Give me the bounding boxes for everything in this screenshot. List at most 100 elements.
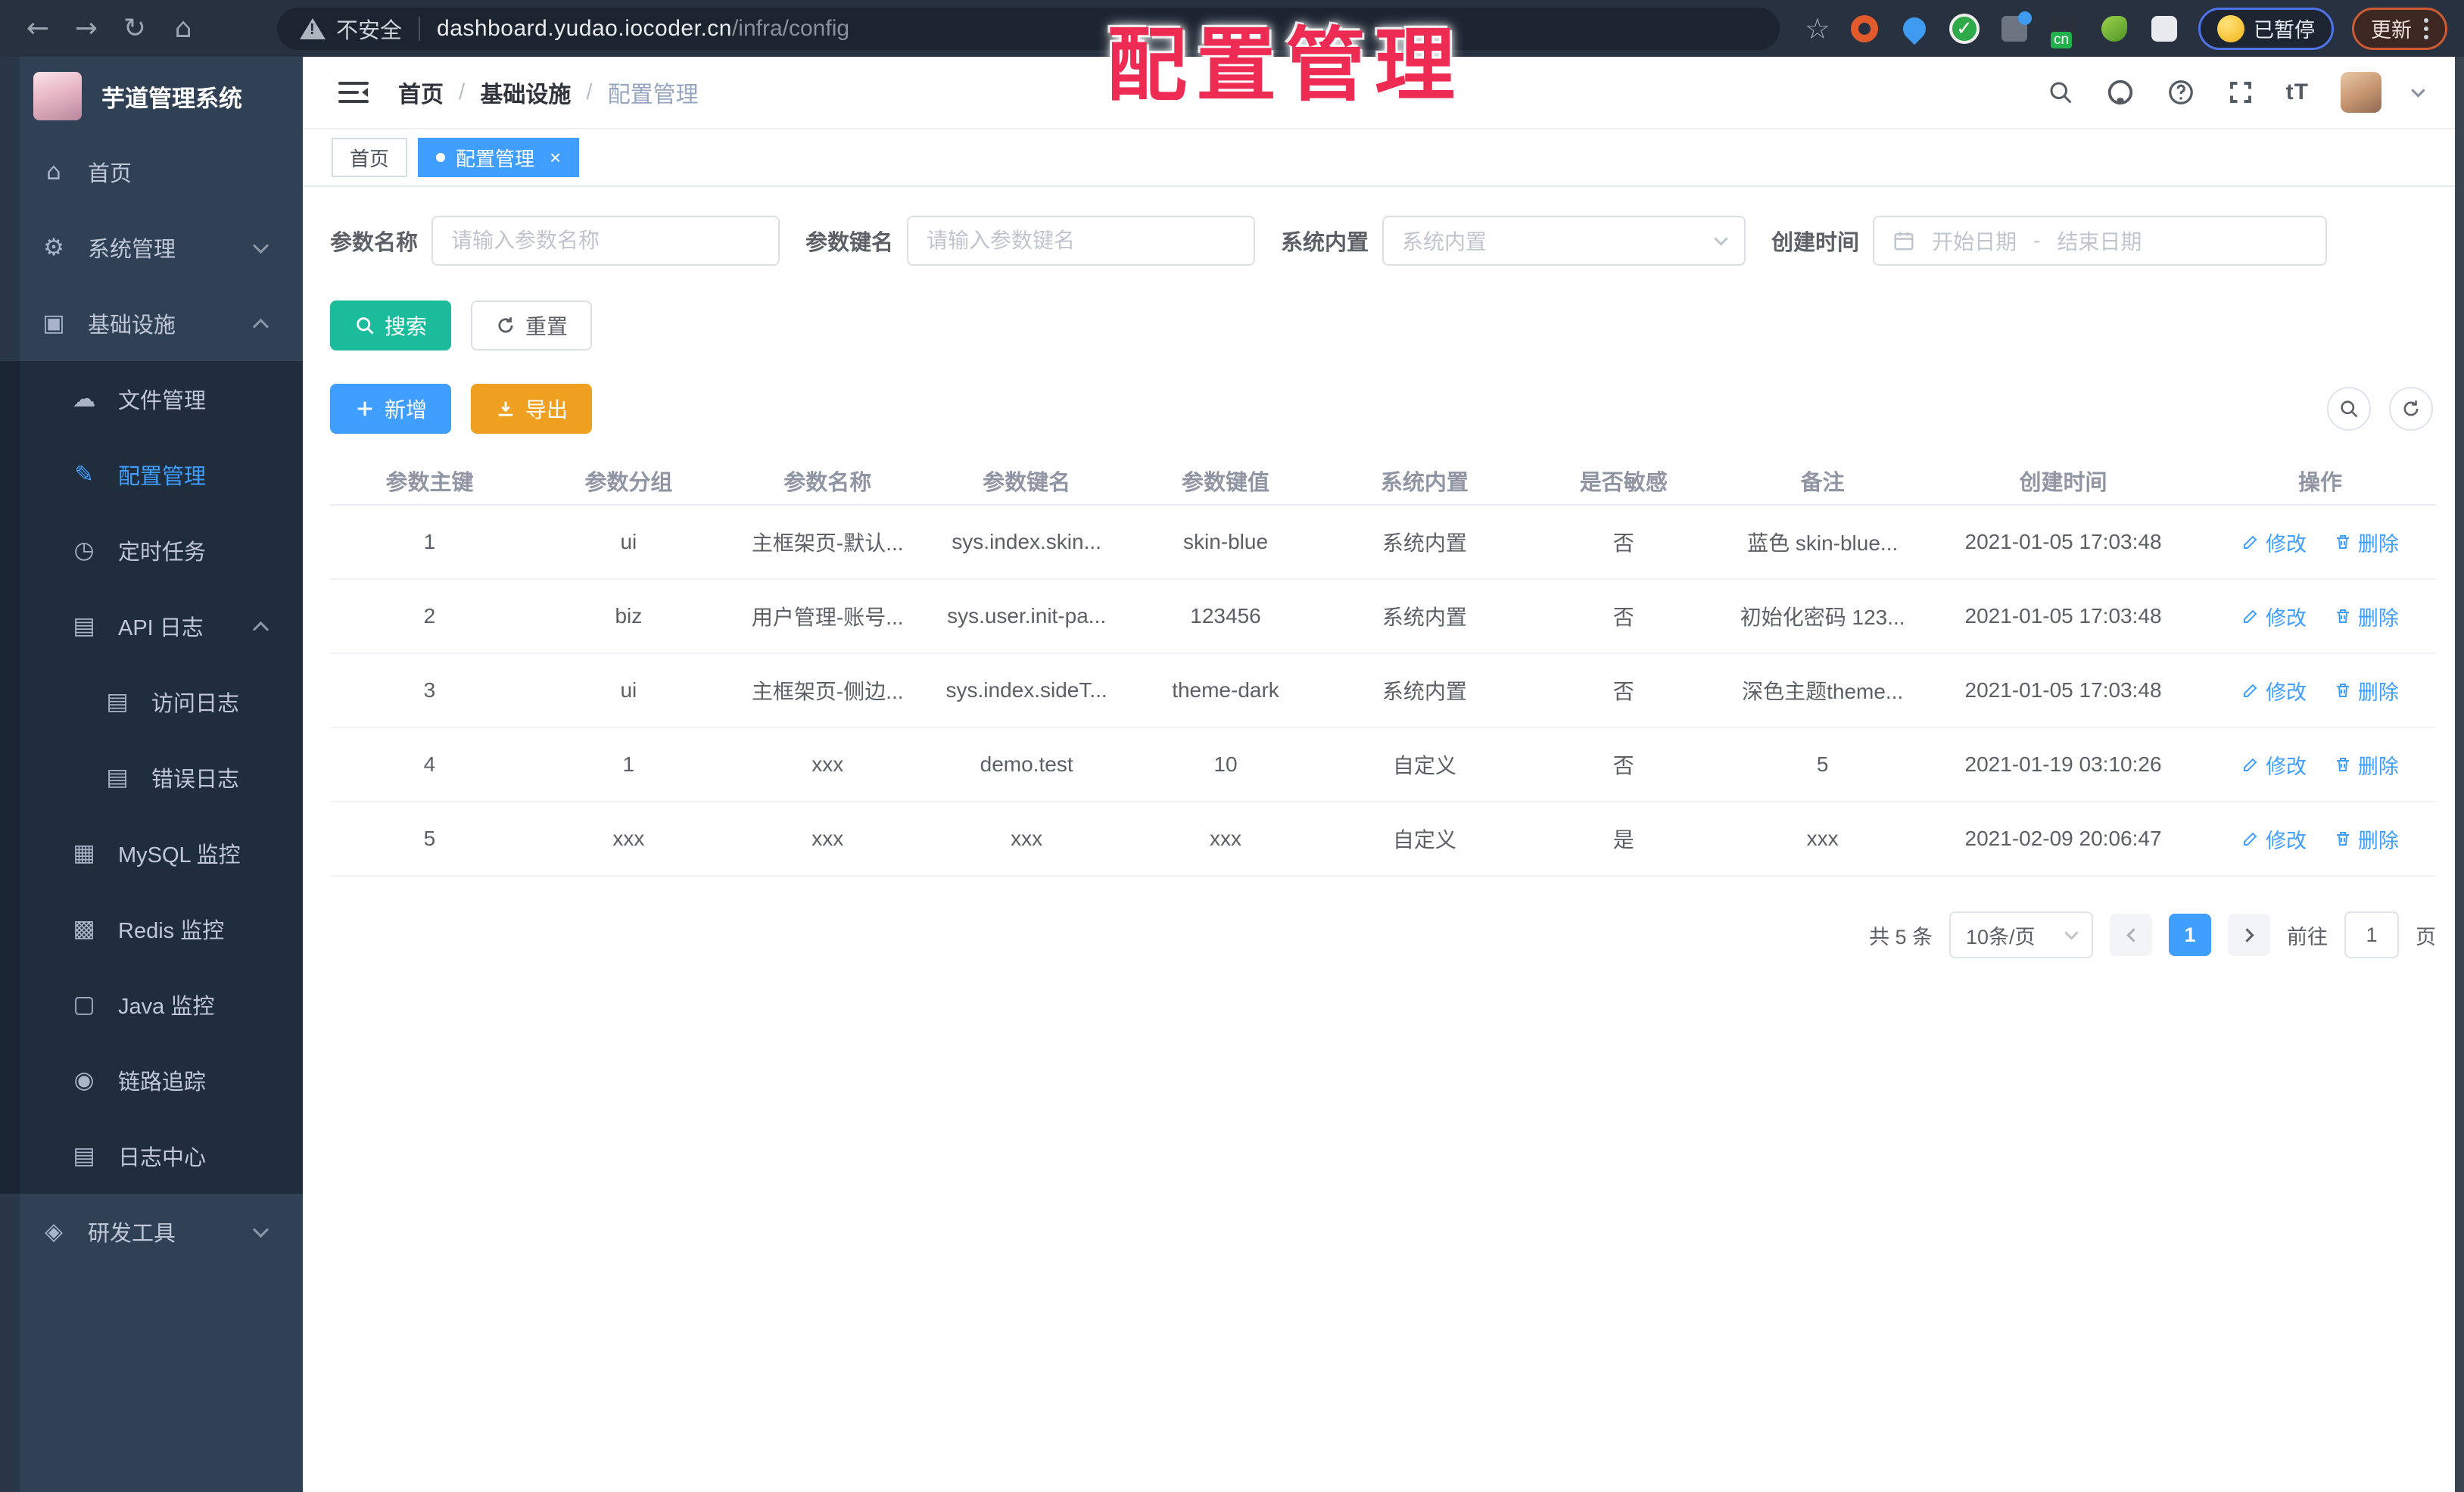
tab-config-management[interactable]: 配置管理 × bbox=[418, 138, 580, 177]
forward-icon[interactable]: → bbox=[65, 8, 107, 50]
security-label: 不安全 bbox=[336, 18, 403, 43]
cell-remark: 蓝色 skin-blue... bbox=[1723, 505, 1923, 580]
breadcrumb-home[interactable]: 首页 bbox=[398, 76, 444, 109]
log-icon: ▤ bbox=[73, 612, 95, 640]
date-range-picker[interactable]: 开始日期 - 结束日期 bbox=[1873, 216, 2328, 266]
sidebar-item-label: 访问日志 bbox=[151, 692, 240, 716]
sidebar-item-tracing[interactable]: ◉ 链路追踪 bbox=[0, 1042, 303, 1118]
sidebar-item-label: 系统管理 bbox=[88, 238, 176, 262]
delete-link[interactable]: 删除 bbox=[2334, 750, 2399, 780]
cell-name: 用户管理-账号... bbox=[727, 579, 927, 654]
paused-badge[interactable]: 已暂停 bbox=[2198, 7, 2334, 50]
sidebar-item-redis-monitor[interactable]: ▩ Redis 监控 bbox=[0, 891, 303, 967]
cell-key: sys.index.sideT... bbox=[927, 653, 1126, 728]
toggle-search-button[interactable] bbox=[2327, 387, 2371, 431]
extension-ublock-icon[interactable] bbox=[1849, 13, 1880, 45]
breadcrumb-section[interactable]: 基础设施 bbox=[480, 76, 571, 109]
github-icon[interactable] bbox=[2106, 78, 2135, 107]
delete-link[interactable]: 删除 bbox=[2334, 602, 2399, 631]
font-size-icon[interactable]: tT bbox=[2286, 79, 2309, 105]
help-icon[interactable] bbox=[2167, 78, 2195, 107]
delete-link[interactable]: 删除 bbox=[2334, 676, 2399, 706]
edit-link[interactable]: 修改 bbox=[2241, 824, 2307, 854]
sidebar-logo[interactable]: 芋道管理系统 bbox=[0, 57, 303, 134]
next-page-button[interactable] bbox=[2228, 914, 2270, 956]
builtin-select[interactable]: 系统内置 bbox=[1382, 216, 1746, 266]
collapse-sidebar-icon[interactable] bbox=[338, 79, 369, 106]
address-bar[interactable]: 不安全 dashboard.yudao.iocoder.cn/infra/con… bbox=[277, 7, 1780, 50]
extension-cn-icon[interactable]: cn bbox=[2048, 13, 2080, 48]
eye-icon: ◉ bbox=[73, 1067, 95, 1094]
cell-group: xxx bbox=[528, 802, 728, 877]
page-size-select[interactable]: 10条/页 bbox=[1949, 911, 2093, 958]
cell-group: ui bbox=[528, 505, 728, 580]
extension-grid-icon[interactable] bbox=[1998, 11, 2032, 45]
sidebar-item-system[interactable]: ⚙ 系统管理 bbox=[0, 210, 303, 285]
cell-group: 1 bbox=[528, 727, 728, 802]
reset-button[interactable]: 重置 bbox=[471, 301, 593, 350]
sidebar-item-mysql-monitor[interactable]: ▦ MySQL 监控 bbox=[0, 815, 303, 891]
cell-id: 4 bbox=[330, 727, 529, 802]
reload-icon[interactable]: ↻ bbox=[114, 8, 156, 50]
breadcrumb-separator: / bbox=[586, 79, 593, 104]
sidebar-item-config-management[interactable]: ✎ 配置管理 bbox=[0, 437, 303, 512]
sidebar-item-home[interactable]: ⌂ 首页 bbox=[0, 134, 303, 210]
export-button[interactable]: 导出 bbox=[471, 384, 593, 434]
sidebar-item-infra[interactable]: ▣ 基础设施 bbox=[0, 285, 303, 361]
sidebar-item-java-monitor[interactable]: ▢ Java 监控 bbox=[0, 967, 303, 1042]
avatar[interactable] bbox=[2341, 72, 2381, 113]
browser-scrollbar[interactable] bbox=[2455, 57, 2464, 1492]
sidebar-item-label: MySQL 监控 bbox=[118, 843, 241, 867]
tag-bar: 首页 配置管理 × bbox=[303, 129, 2455, 187]
current-page-button[interactable]: 1 bbox=[2169, 914, 2211, 956]
param-key-input[interactable] bbox=[907, 216, 1256, 266]
main-panel: 首页 / 基础设施 / 配置管理 tT 首页 配置管理 × 参数名称 请输入参数… bbox=[303, 57, 2455, 1492]
close-icon[interactable]: × bbox=[550, 146, 561, 170]
delete-link[interactable]: 删除 bbox=[2334, 824, 2399, 854]
sidebar-item-api-logs[interactable]: ▤ API 日志 bbox=[0, 588, 303, 664]
sidebar-item-dev-tools[interactable]: ◈ 研发工具 bbox=[0, 1194, 303, 1269]
emoji-icon bbox=[2217, 14, 2244, 42]
update-badge[interactable]: 更新 bbox=[2352, 7, 2447, 50]
extension-check-icon[interactable]: ✓ bbox=[1948, 13, 1980, 45]
logo-title: 芋道管理系统 bbox=[101, 85, 242, 112]
search-button[interactable]: 搜索 bbox=[330, 301, 452, 350]
sidebar-item-access-logs[interactable]: ▤ 访问日志 bbox=[0, 664, 303, 740]
delete-link[interactable]: 删除 bbox=[2334, 528, 2399, 557]
gear-icon: ⚙ bbox=[43, 234, 64, 261]
refresh-button[interactable] bbox=[2389, 387, 2433, 431]
edit-link[interactable]: 修改 bbox=[2241, 676, 2307, 706]
extension-leaf-icon[interactable] bbox=[2098, 13, 2130, 45]
edit-link[interactable]: 修改 bbox=[2241, 528, 2307, 557]
add-button[interactable]: 新增 bbox=[330, 384, 452, 434]
extensions-puzzle-icon[interactable] bbox=[2148, 13, 2180, 45]
edit-link[interactable]: 修改 bbox=[2241, 602, 2307, 631]
goto-page-input[interactable] bbox=[2344, 911, 2399, 958]
browser-menu-icon[interactable] bbox=[2424, 17, 2428, 39]
edit-link[interactable]: 修改 bbox=[2241, 750, 2307, 780]
sidebar-item-error-logs[interactable]: ▤ 错误日志 bbox=[0, 740, 303, 815]
bookmark-star-icon[interactable]: ☆ bbox=[1805, 12, 1830, 45]
back-icon[interactable]: ← bbox=[17, 8, 59, 50]
tab-active-dot bbox=[436, 153, 446, 162]
created-label: 创建时间 bbox=[1771, 231, 1860, 255]
avatar-caret-icon[interactable] bbox=[2411, 83, 2425, 98]
tab-home[interactable]: 首页 bbox=[332, 138, 408, 177]
fullscreen-icon[interactable] bbox=[2227, 79, 2254, 106]
sidebar-item-file-management[interactable]: ☁ 文件管理 bbox=[0, 361, 303, 437]
prev-page-button[interactable] bbox=[2110, 914, 2152, 956]
sidebar-item-label: 首页 bbox=[88, 162, 132, 186]
chevron-down-icon bbox=[252, 1221, 269, 1238]
sidebar-item-scheduled-tasks[interactable]: ◷ 定时任务 bbox=[0, 512, 303, 588]
search-icon[interactable] bbox=[2047, 79, 2074, 106]
col-created: 创建时间 bbox=[1922, 456, 2204, 506]
cell-builtin: 系统内置 bbox=[1325, 653, 1525, 728]
url-divider bbox=[419, 16, 421, 41]
cell-key: sys.user.init-pa... bbox=[927, 579, 1126, 654]
sidebar-item-log-center[interactable]: ▤ 日志中心 bbox=[0, 1118, 303, 1194]
extension-pin-icon[interactable] bbox=[1898, 12, 1931, 45]
home-icon[interactable]: ⌂ bbox=[162, 8, 204, 50]
sidebar-item-label: 研发工具 bbox=[88, 1222, 176, 1246]
param-name-input[interactable] bbox=[431, 216, 780, 266]
cell-id: 1 bbox=[330, 505, 529, 580]
